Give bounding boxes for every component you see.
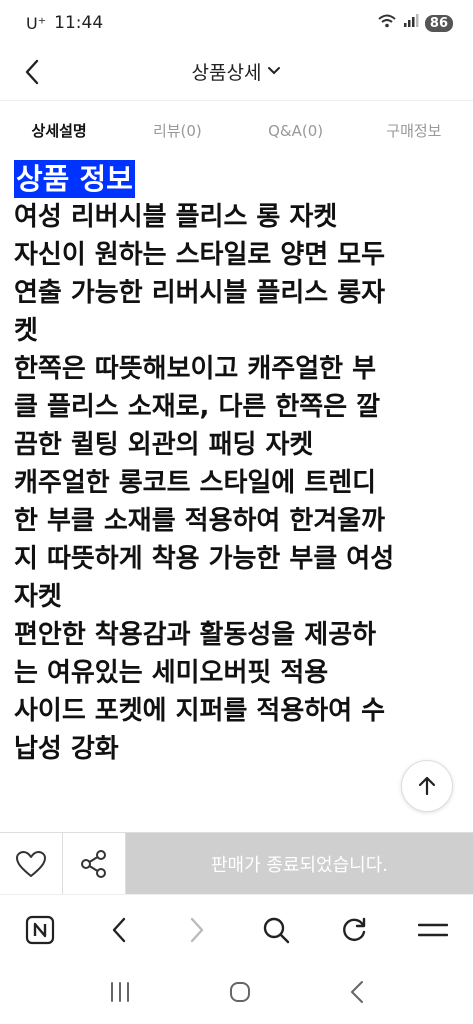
- status-left: U⁺ 11:44: [26, 13, 103, 33]
- status-right: 86: [377, 13, 453, 34]
- sold-out-button[interactable]: 판매가 종료되었습니다.: [126, 833, 473, 894]
- description-line: 클 플리스 소재로, 다른 한쪽은 깔: [14, 392, 381, 422]
- description-line: 사이드 포켓에 지퍼를 적용하여 수: [14, 696, 386, 726]
- browser-back-button[interactable]: [101, 912, 137, 948]
- purchase-action-bar: 판매가 종료되었습니다.: [0, 832, 473, 895]
- share-button[interactable]: [63, 833, 126, 895]
- chevron-right-icon: [190, 917, 204, 942]
- search-icon: [263, 917, 289, 943]
- arrow-up-icon: [418, 776, 436, 796]
- browser-toolbar: [0, 894, 473, 964]
- description-line: 편안한 착용감과 활동성을 제공하: [14, 620, 377, 650]
- status-time: 11:44: [54, 13, 104, 33]
- back-arrow-icon: [350, 981, 363, 1003]
- description-line: 납성 강화: [14, 734, 119, 764]
- tab-reviews[interactable]: 리뷰(0): [118, 101, 236, 160]
- description-line: 한쪽은 따뜻해보이고 캐주얼한 부: [14, 354, 377, 384]
- recent-apps-icon: [111, 982, 130, 1002]
- section-title: 상품 정보: [14, 160, 135, 198]
- chevron-left-icon: [25, 59, 39, 85]
- description-line: 자신이 원하는 스타일로 양면 모두: [14, 240, 386, 270]
- browser-refresh-button[interactable]: [336, 912, 372, 948]
- description-line: 끔한 퀼팅 외관의 패딩 자켓: [14, 430, 314, 460]
- browser-forward-button[interactable]: [179, 912, 215, 948]
- carrier-label: U⁺: [26, 13, 47, 33]
- chevron-left-icon: [112, 917, 125, 942]
- system-navigation-bar: [0, 964, 473, 1024]
- tab-purchase-info[interactable]: 구매정보: [355, 101, 473, 160]
- browser-menu-button[interactable]: [415, 912, 451, 948]
- naver-logo-icon: [25, 915, 55, 944]
- refresh-icon: [343, 917, 366, 941]
- detail-tabs: 상세설명 리뷰(0) Q&A(0) 구매정보: [0, 100, 473, 160]
- home-icon: [230, 982, 251, 1002]
- description-line: 캐주얼한 롱코트 스타일에 트렌디: [14, 468, 377, 498]
- tab-description[interactable]: 상세설명: [0, 101, 118, 160]
- like-button[interactable]: [0, 833, 63, 895]
- browser-search-button[interactable]: [258, 912, 294, 948]
- chevron-down-icon: [268, 67, 281, 75]
- page-title-dropdown[interactable]: 상품상세: [192, 58, 282, 85]
- status-bar: U⁺ 11:44 86: [0, 0, 473, 46]
- description-line: 지 따뜻하게 착용 가능한 부클 여성: [14, 544, 395, 574]
- description-line: 켓: [14, 316, 38, 346]
- description-line: 는 여유있는 세미오버핏 적용: [14, 658, 329, 688]
- page-header: 상품상세: [0, 46, 473, 96]
- description-line: 한 부클 소재를 적용하여 한겨울까: [14, 506, 386, 536]
- share-icon: [81, 850, 106, 878]
- product-description: 상품 정보 여성 리버시블 플리스 롱 자켓 자신이 원하는 스타일로 양면 모…: [0, 160, 473, 832]
- menu-icon: [417, 923, 448, 936]
- description-line: 여성 리버시블 플리스 롱 자켓: [14, 202, 338, 232]
- home-button[interactable]: [228, 980, 252, 1008]
- description-line: 연출 가능한 리버시블 플리스 롱자: [14, 278, 386, 308]
- page-title: 상품상세: [191, 61, 262, 84]
- back-button[interactable]: [14, 54, 50, 90]
- naver-home-button[interactable]: [22, 912, 58, 948]
- system-back-button[interactable]: [349, 980, 365, 1008]
- heart-icon: [16, 851, 46, 877]
- signal-icon: [403, 13, 419, 33]
- wifi-icon: [377, 13, 397, 34]
- battery-icon: 86: [424, 14, 453, 32]
- scroll-top-button[interactable]: [401, 760, 453, 812]
- tab-qna[interactable]: Q&A(0): [237, 101, 355, 160]
- description-line: 자켓: [14, 582, 62, 612]
- recent-apps-button[interactable]: [108, 981, 132, 1007]
